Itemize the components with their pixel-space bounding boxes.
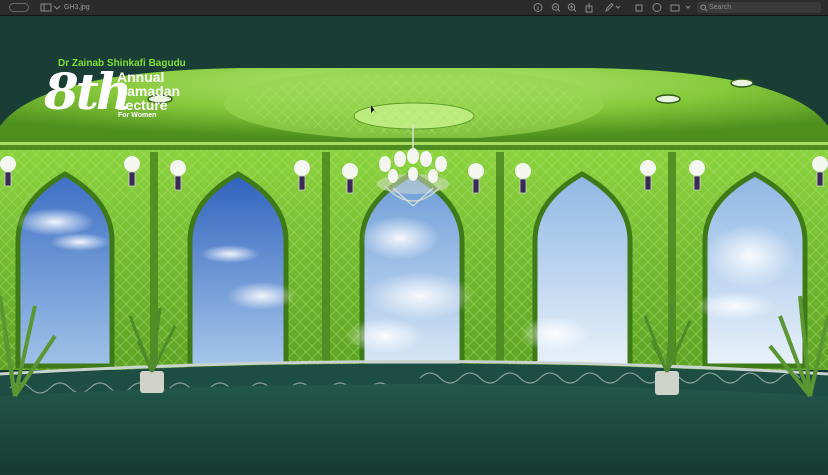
search-input[interactable]: Search (697, 2, 821, 13)
rotate-icon[interactable] (634, 2, 644, 13)
ceiling-light (655, 94, 681, 104)
logo-line-audience: For Women (118, 112, 157, 119)
event-logo: Dr Zainab Shinkafi Bagudu 8th Annual Ram… (42, 56, 212, 126)
ceiling-light (730, 78, 754, 88)
logo-line-ramadan: Ramadan (117, 83, 181, 99)
logo-line-lecture: Lecture (117, 97, 168, 113)
search-placeholder: Search (709, 4, 732, 11)
file-name: GH3.jpg (64, 4, 90, 11)
chevron-down-icon[interactable] (53, 2, 61, 13)
search-chevron-icon[interactable] (685, 2, 691, 13)
image-canvas: Dr Zainab Shinkafi Bagudu 8th Annual Ram… (0, 16, 828, 475)
window-controls-pill[interactable] (9, 3, 29, 12)
viewer-toolbar: GH3.jpg Search (0, 0, 828, 16)
crop-icon[interactable] (652, 2, 662, 13)
stage-floor (0, 384, 828, 475)
zoom-in-icon[interactable] (567, 2, 577, 13)
logo-line-annual: Annual (117, 69, 165, 85)
sidebar-toggle-icon[interactable] (40, 2, 52, 13)
zoom-out-icon[interactable] (551, 2, 561, 13)
search-icon (700, 4, 708, 12)
info-icon[interactable] (533, 2, 543, 13)
markup-chevron-icon[interactable] (615, 2, 621, 13)
adjust-icon[interactable] (670, 2, 680, 13)
markup-pen-icon[interactable] (604, 2, 614, 13)
share-icon[interactable] (584, 2, 594, 13)
